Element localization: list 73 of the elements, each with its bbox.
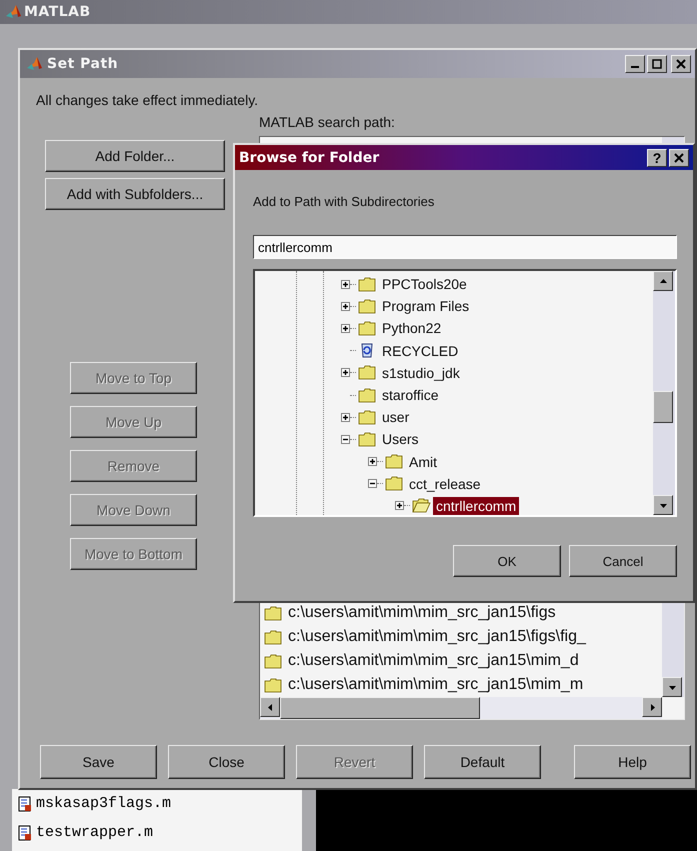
prompt-text: Add to Path with Subdirectories	[253, 194, 436, 209]
scroll-thumb[interactable]	[280, 697, 480, 719]
button[interactable]: Close	[168, 745, 285, 779]
vertical-scrollbar[interactable]	[653, 271, 675, 515]
folder-icon	[358, 364, 377, 382]
info-text: All changes take effect immediately.	[36, 92, 260, 108]
folder-icon	[358, 430, 377, 448]
left-arrow-icon	[266, 702, 274, 712]
close-icon	[676, 59, 686, 69]
expand-icon[interactable]	[368, 457, 377, 466]
folder-icon	[264, 677, 282, 693]
button[interactable]: Add Folder...	[45, 140, 225, 172]
window-title: Browse for Folder	[239, 150, 380, 166]
path-entry[interactable]: c:\users\amit\mim\mim_src_jan15\mim_m	[288, 676, 584, 694]
button[interactable]: Default	[424, 745, 541, 779]
maximize-icon	[652, 59, 662, 69]
folder-item[interactable]: cct_release	[406, 474, 484, 493]
help-button[interactable]: ?	[647, 148, 667, 166]
folder-icon	[264, 653, 282, 669]
expand-icon[interactable]	[341, 368, 350, 378]
window-title: MATLAB	[24, 4, 91, 20]
button[interactable]: Add with Subfolders...	[45, 178, 225, 210]
folder-item[interactable]: Users	[379, 430, 422, 448]
script-file-icon	[18, 796, 32, 812]
scroll-thumb[interactable]	[653, 391, 673, 423]
file-name[interactable]: testwrapper.m	[36, 824, 154, 841]
folder-icon	[358, 386, 377, 404]
collapse-icon[interactable]	[368, 479, 377, 488]
folder-icon	[358, 320, 377, 337]
folder-item[interactable]: Python22	[379, 319, 444, 338]
path-entry[interactable]: c:\users\amit\mim\mim_src_jan15\mim_d	[288, 652, 579, 670]
folder-item[interactable]: staroffice	[379, 386, 442, 404]
expand-icon[interactable]	[341, 324, 350, 333]
horizontal-scrollbar[interactable]	[260, 697, 662, 719]
expand-icon[interactable]	[341, 412, 350, 422]
close-button[interactable]	[669, 148, 689, 166]
close-icon	[674, 152, 684, 162]
folder-icon	[385, 475, 404, 492]
expand-icon[interactable]	[395, 501, 404, 510]
expand-icon[interactable]	[341, 302, 350, 311]
path-entry[interactable]: c:\users\amit\mim\mim_src_jan15\figs	[288, 604, 556, 622]
folder-field[interactable]: cntrllercomm	[253, 235, 677, 259]
folder-icon	[358, 408, 377, 426]
folder-tree[interactable]: PPCTools20e Program Files Python22 RECYCLED s1studio_jdk staroffice user Users Amit cct_release cntrllercomm	[253, 269, 677, 517]
up-arrow-icon	[658, 276, 668, 286]
open-folder-icon	[412, 497, 431, 514]
collapse-icon[interactable]	[341, 434, 350, 444]
folder-icon	[358, 276, 377, 293]
folder-icon	[385, 453, 404, 470]
minimize-icon	[631, 66, 639, 68]
button[interactable]: Help	[574, 745, 691, 779]
folder-item[interactable]: Program Files	[379, 297, 472, 316]
folder-item[interactable]: s1studio_jdk	[379, 364, 463, 382]
folder-icon	[264, 605, 282, 621]
button[interactable]: OK	[453, 545, 561, 577]
folder-item[interactable]: Amit	[406, 452, 440, 471]
folder-item[interactable]: cntrllercomm	[433, 496, 520, 515]
window-title: Set Path	[47, 56, 120, 72]
path-label: MATLAB search path:	[259, 114, 396, 130]
minimize-button[interactable]	[625, 55, 645, 73]
folder-item[interactable]: RECYCLED	[379, 342, 462, 360]
folder-icon	[264, 629, 282, 645]
close-button[interactable]	[671, 55, 691, 73]
button[interactable]: Save	[40, 745, 157, 779]
folder-item[interactable]: PPCTools20e	[379, 275, 470, 294]
script-file-icon	[18, 824, 32, 840]
folder-icon	[358, 298, 377, 315]
maximize-button[interactable]	[647, 55, 667, 73]
expand-icon[interactable]	[341, 280, 350, 289]
path-entry[interactable]: c:\users\amit\mim\mim_src_jan15\figs\fig_	[288, 628, 586, 646]
file-name[interactable]: mskasap3flags.m	[36, 795, 172, 812]
button[interactable]: Cancel	[569, 545, 677, 577]
folder-item[interactable]: user	[379, 408, 412, 426]
